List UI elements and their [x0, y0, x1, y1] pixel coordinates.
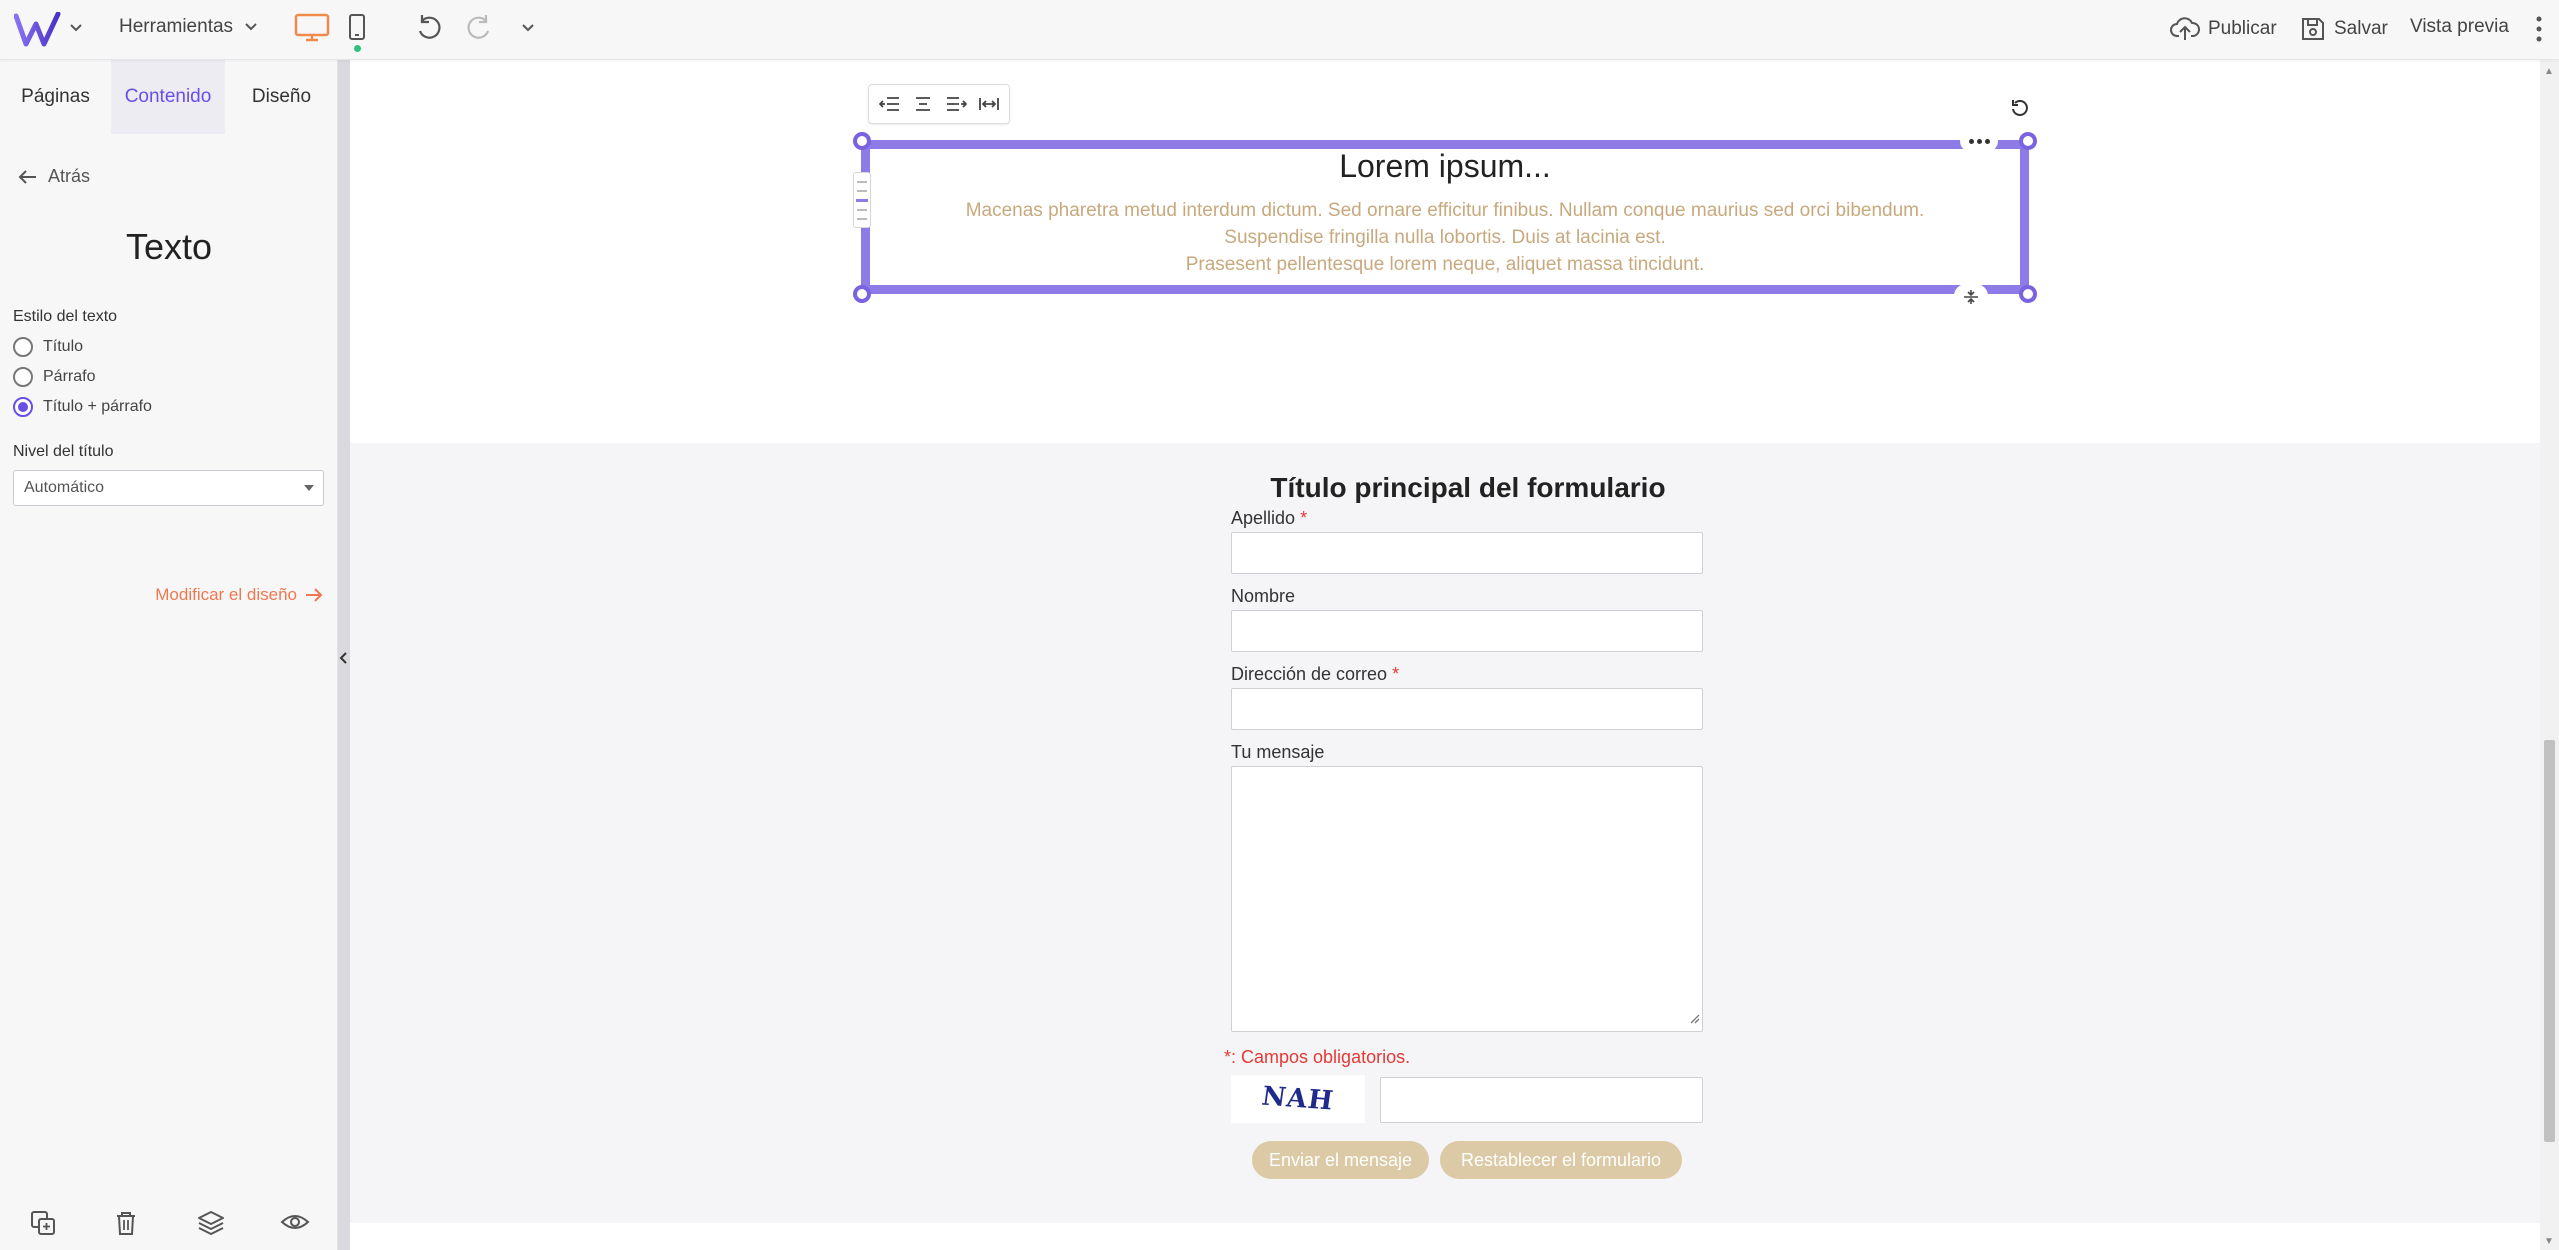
scroll-up-arrow-icon[interactable]: ▲ — [2544, 66, 2554, 77]
field-label-text: Dirección de correo — [1231, 664, 1388, 684]
modify-design-link[interactable]: Modificar el diseño — [155, 585, 323, 605]
back-button[interactable]: Atrás — [18, 166, 90, 187]
duplicate-icon[interactable] — [30, 1210, 56, 1241]
lastname-input[interactable] — [1231, 532, 1703, 574]
cloud-upload-icon — [2170, 17, 2200, 40]
chevron-down-icon[interactable] — [520, 20, 536, 36]
radio-title-paragraph[interactable]: Título + párrafo — [13, 397, 152, 417]
scroll-down-arrow-icon[interactable]: ▼ — [2544, 1236, 2554, 1247]
required-mark: * — [1300, 508, 1308, 528]
publish-label: Publicar — [2208, 18, 2277, 39]
dropdown-caret-icon — [304, 485, 314, 491]
resize-handle-bottom-left[interactable] — [853, 285, 871, 303]
publish-button[interactable]: Publicar — [2170, 16, 2277, 42]
title-level-value: Automático — [24, 479, 105, 496]
arrow-left-icon — [18, 169, 36, 184]
desktop-icon[interactable] — [294, 13, 330, 43]
text-style-label: Estilo del texto — [13, 308, 118, 325]
text-block-paragraph-line: Suspendise fringilla nulla lobortis. Dui… — [1224, 227, 1666, 248]
preview-button[interactable]: Vista previa — [2410, 16, 2509, 38]
field-label-email: Dirección de correo * — [1231, 664, 1399, 685]
tab-content[interactable]: Contenido — [111, 60, 225, 134]
scrollbar-thumb[interactable] — [2544, 740, 2555, 1142]
resize-handle-top-right[interactable] — [2019, 132, 2037, 150]
status-dot — [354, 45, 361, 52]
field-label-firstname: Nombre — [1231, 586, 1295, 607]
message-textarea[interactable] — [1231, 766, 1703, 1032]
kebab-menu-icon[interactable] — [2534, 14, 2544, 49]
radio-title-paragraph-label: Título + párrafo — [43, 398, 152, 415]
send-button[interactable]: Enviar el mensaje — [1252, 1141, 1429, 1179]
radio-icon — [13, 367, 33, 387]
eye-icon[interactable] — [280, 1210, 310, 1239]
email-input[interactable] — [1231, 688, 1703, 730]
radio-selected-icon — [13, 397, 33, 417]
save-button[interactable]: Salvar — [2300, 16, 2388, 42]
resize-handle-top-left[interactable] — [853, 132, 871, 150]
save-label: Salvar — [2334, 18, 2388, 39]
sidebar-footer — [0, 1210, 338, 1250]
form-title: Título principal del formulario — [1270, 472, 1666, 503]
preview-label: Vista previa — [2410, 16, 2509, 37]
resize-grip-icon[interactable] — [1688, 1011, 1700, 1029]
text-block-title: Lorem ipsum... — [1339, 148, 1551, 184]
sidebar-tabs: Páginas Contenido Diseño — [0, 60, 338, 134]
modify-design-label: Modificar el diseño — [155, 585, 297, 604]
tab-pages[interactable]: Páginas — [0, 60, 111, 134]
split-block-icon[interactable] — [1954, 284, 1988, 310]
undo-icon[interactable] — [414, 13, 444, 43]
drag-handle[interactable] — [853, 172, 871, 228]
alignment-toolbar — [868, 84, 1010, 124]
trash-icon[interactable] — [114, 1210, 138, 1241]
tools-label: Herramientas — [119, 16, 234, 37]
top-toolbar: Herramientas Publicar Salvar Vista previ… — [0, 0, 2559, 60]
captcha-input[interactable] — [1380, 1077, 1703, 1123]
radio-title-label: Título — [43, 338, 84, 355]
required-mark: * — [1392, 664, 1400, 684]
sidebar-panel: Páginas Contenido Diseño Atrás Texto Est… — [0, 60, 338, 1250]
title-level-label: Nivel del título — [13, 443, 114, 460]
panel-title: Texto — [125, 226, 213, 267]
w-logo-icon[interactable] — [14, 12, 64, 48]
field-label-message: Tu mensaje — [1231, 742, 1324, 763]
captcha-text: NAH — [1260, 1081, 1336, 1117]
field-label-lastname: Apellido * — [1231, 508, 1307, 529]
radio-icon — [13, 337, 33, 357]
reset-form-button[interactable]: Restablecer el formulario — [1440, 1141, 1682, 1179]
align-left-icon[interactable] — [878, 95, 901, 113]
field-label-text: Tu mensaje — [1231, 742, 1325, 762]
field-label-text: Apellido — [1231, 508, 1296, 528]
radio-paragraph[interactable]: Párrafo — [13, 367, 95, 387]
text-block-paragraph-line: Prasesent pellentesque lorem neque, aliq… — [1185, 254, 1705, 275]
chevron-left-icon[interactable] — [338, 648, 350, 668]
radio-paragraph-label: Párrafo — [43, 368, 96, 385]
reset-icon[interactable] — [2006, 94, 2034, 122]
required-fields-note: *: Campos obligatorios. — [1224, 1047, 1411, 1067]
tab-design[interactable]: Diseño — [225, 60, 338, 134]
chevron-down-icon[interactable] — [68, 20, 84, 36]
full-width-icon[interactable] — [978, 95, 1000, 113]
back-label: Atrás — [48, 166, 91, 186]
resize-handle-bottom-right[interactable] — [2019, 285, 2037, 303]
layers-icon[interactable] — [197, 1210, 225, 1241]
text-block-paragraph-line: Macenas pharetra metud interdum dictum. … — [965, 200, 1925, 221]
radio-title[interactable]: Título — [13, 337, 83, 357]
redo-icon[interactable] — [464, 13, 494, 43]
align-right-icon[interactable] — [945, 95, 967, 113]
captcha-image: NAH — [1231, 1075, 1365, 1123]
tools-menu[interactable]: Herramientas — [119, 16, 259, 38]
align-center-icon[interactable] — [912, 95, 934, 113]
field-label-text: Nombre — [1231, 586, 1296, 606]
floppy-disk-icon — [2302, 18, 2324, 40]
title-level-select[interactable]: Automático — [13, 470, 324, 506]
chevron-down-icon — [245, 23, 257, 31]
firstname-input[interactable] — [1231, 610, 1703, 652]
mobile-icon[interactable] — [348, 13, 366, 41]
arrow-right-icon — [306, 588, 323, 602]
